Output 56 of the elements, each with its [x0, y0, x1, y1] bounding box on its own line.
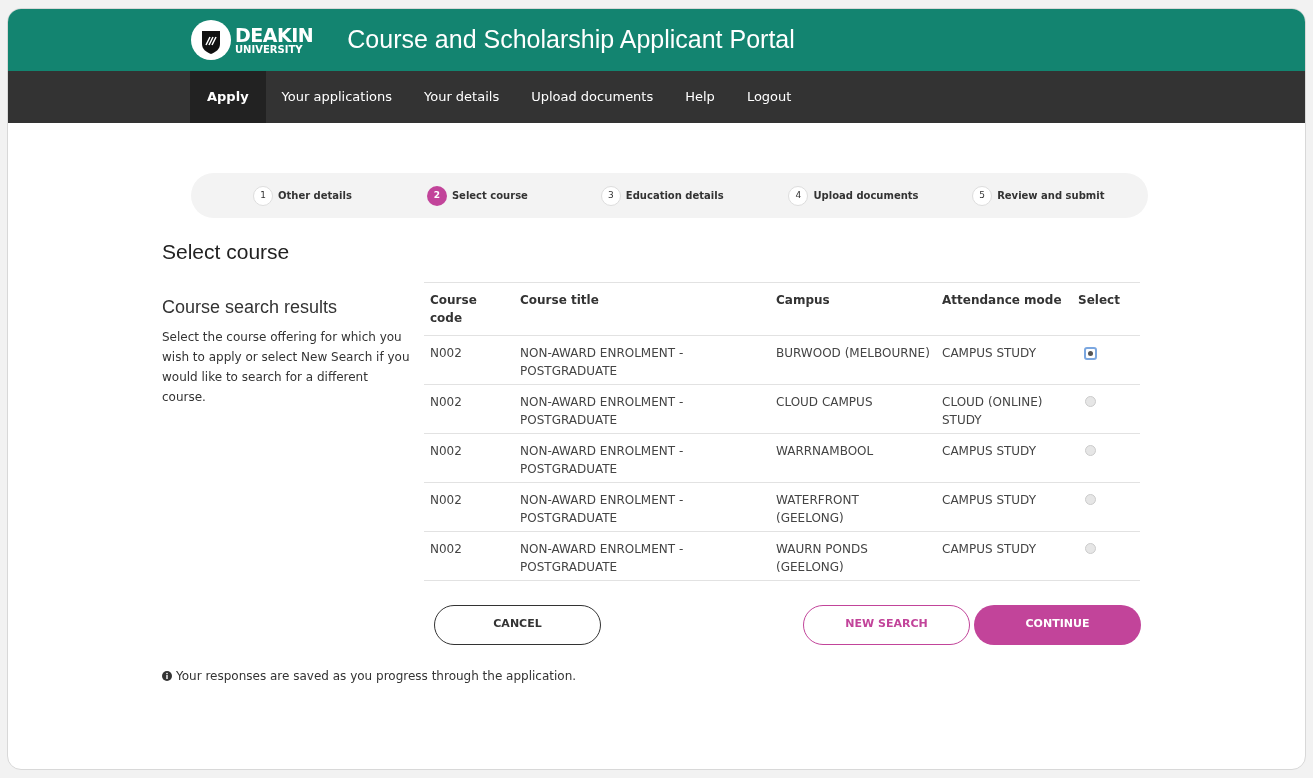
- table-cell-text: CLOUD CAMPUS: [776, 393, 873, 411]
- step-number: 2: [426, 185, 447, 206]
- continue-button[interactable]: CONTINUE: [974, 604, 1141, 645]
- table-cell-text: N002: [430, 442, 462, 460]
- step-number: 5: [972, 185, 993, 206]
- table-cell-text: WARRNAMBOOL: [776, 442, 874, 460]
- instructions-text: Select the course offering for which you wish to apply or select New Search if you would like to search for a different course.: [162, 328, 411, 406]
- nav-tab[interactable]: Apply: [190, 71, 266, 123]
- nav-tab[interactable]: Your details: [408, 71, 516, 123]
- nav-tab[interactable]: Your applications: [265, 71, 408, 123]
- page-title: Select course: [162, 239, 291, 265]
- shield-logo-icon: [191, 20, 231, 60]
- save-note: Your responses are saved as you progress through the application.: [176, 667, 577, 685]
- table-cell-text: NON-AWARD ENROLMENT - POSTGRADUATE: [520, 344, 685, 380]
- table-cell-text: BURWOOD (MELBOURNE): [776, 344, 930, 362]
- table-cell-text: CAMPUS STUDY: [942, 540, 1037, 558]
- radio-button[interactable]: [1084, 346, 1097, 360]
- table-cell-text: CLOUD (ONLINE) STUDY: [942, 393, 1044, 429]
- nav-tab[interactable]: Logout: [730, 71, 808, 123]
- table-cell-text: CAMPUS STUDY: [942, 491, 1037, 509]
- step-number: 3: [600, 185, 621, 206]
- table-cell-text: NON-AWARD ENROLMENT - POSTGRADUATE: [520, 442, 685, 478]
- column-header: Select: [1078, 292, 1120, 307]
- step-label: Select course: [451, 189, 528, 203]
- logo-wordmark: DEAKIN: [235, 25, 314, 45]
- column-header: Attendance mode: [942, 292, 1062, 307]
- table-cell-text: N002: [430, 344, 462, 362]
- info-icon: [162, 670, 172, 681]
- column-header: Campus: [776, 292, 830, 307]
- column-header: Course title: [520, 292, 599, 307]
- table-cell-text: N002: [430, 393, 462, 411]
- table-cell-text: CAMPUS STUDY: [942, 442, 1037, 460]
- table-cell-text: CAMPUS STUDY: [942, 344, 1037, 362]
- table-cell-text: NON-AWARD ENROLMENT - POSTGRADUATE: [520, 393, 685, 429]
- radio-button[interactable]: [1085, 493, 1096, 505]
- section-heading: Course search results: [162, 295, 339, 319]
- step-label: Review and submit: [997, 189, 1105, 203]
- table-cell-text: NON-AWARD ENROLMENT - POSTGRADUATE: [520, 491, 685, 527]
- column-header: Course code: [430, 291, 478, 327]
- radio-button[interactable]: [1085, 444, 1096, 456]
- step-label: Upload documents: [813, 189, 919, 203]
- logo-subtitle: UNIVERSITY: [235, 44, 304, 55]
- step-label: Other details: [278, 189, 352, 203]
- step-label: Education details: [625, 189, 724, 203]
- table-cell-text: N002: [430, 491, 462, 509]
- nav-tab[interactable]: Upload documents: [515, 71, 670, 123]
- radio-button[interactable]: [1085, 542, 1096, 554]
- step-number: 4: [788, 185, 809, 206]
- step-number: 1: [253, 185, 273, 206]
- table-cell-text: WAURN PONDS (GEELONG): [776, 540, 869, 576]
- nav-tab[interactable]: Help: [669, 71, 731, 123]
- radio-button[interactable]: [1085, 395, 1096, 407]
- portal-title: Course and Scholarship Applicant Portal: [347, 24, 795, 56]
- table-cell-text: WATERFRONT (GEELONG): [776, 491, 860, 527]
- table-cell-text: N002: [430, 540, 462, 558]
- table-cell-text: NON-AWARD ENROLMENT - POSTGRADUATE: [520, 540, 685, 576]
